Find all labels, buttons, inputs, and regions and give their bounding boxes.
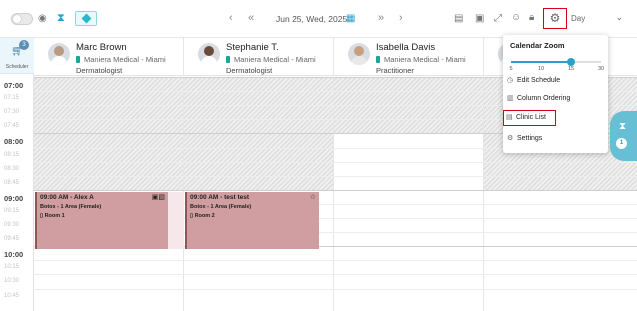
time-label: 07:15: [4, 95, 20, 102]
menu-item-edit-schedule[interactable]: ◷ Edit Schedule: [505, 74, 601, 88]
appointment-service: Botox - 1 Area (Female): [190, 204, 252, 210]
settings-button[interactable]: ⚙: [543, 8, 567, 29]
slider-tick-label: 5: [509, 66, 513, 72]
slider-tick-label: 10: [537, 66, 545, 72]
grid-line: [34, 161, 637, 163]
chat-icon[interactable]: ▤: [454, 13, 463, 25]
scheduler-tab[interactable]: 🛒︎ 3 Scheduler: [0, 38, 34, 74]
provider-role: Practitioner: [376, 66, 414, 75]
appointment-room: ▯ Room 1: [40, 213, 65, 219]
slider-tick-label: 30: [597, 66, 605, 72]
view-toggle[interactable]: [11, 13, 33, 25]
time-label: 07:00: [4, 81, 24, 90]
grid-line: [34, 260, 637, 262]
time-label: 07:45: [4, 123, 20, 130]
menu-item-column-ordering[interactable]: ▥ Column Ordering: [505, 92, 601, 106]
menu-item-clinic-list[interactable]: ▤ Clinic List: [503, 110, 556, 126]
gear-icon: ⚙: [507, 135, 514, 142]
diamond-icon: [81, 13, 92, 24]
time-label: 10:30: [4, 278, 20, 285]
time-label: 10:15: [4, 264, 20, 271]
time-label: 08:00: [4, 137, 24, 147]
top-toolbar: ◉ ⧗ ‹ « Jun 25, Wed, 2025 ▦ » › ▤ ▣ ⤢ ☺ …: [0, 0, 637, 38]
star-icon: ☆: [309, 194, 316, 201]
diamond-button[interactable]: [75, 11, 97, 26]
clock-icon: ◷: [507, 77, 514, 84]
time-label: 07:30: [4, 109, 20, 116]
time-label: 08:15: [4, 151, 20, 158]
provider-location: Maniera Medical - Miami: [376, 55, 466, 64]
list-icon: ▤: [506, 114, 513, 121]
view-select[interactable]: Day ⌄: [567, 10, 629, 28]
provider-name: Marc Brown: [76, 42, 127, 53]
provider-location: Maniera Medical - Miami: [226, 55, 316, 64]
calendar-grid-icon[interactable]: ▣: [475, 13, 484, 25]
time-label: 10:45: [4, 292, 20, 299]
provider-name: Isabella Davis: [376, 42, 436, 53]
appointment-room: ▯ Room 2: [190, 213, 215, 219]
view-select-value: Day: [571, 14, 586, 23]
time-label: 08:30: [4, 165, 20, 172]
scheduler-label: Scheduler: [5, 64, 29, 70]
appointment-gap: [168, 192, 184, 249]
provider-column[interactable]: [334, 77, 484, 311]
time-label: 08:45: [4, 179, 20, 186]
appointment-card[interactable]: 09:00 AM - test test Botox - 1 Area (Fem…: [185, 192, 319, 249]
prev-week-arrow-icon[interactable]: «: [248, 12, 254, 24]
provider-column-header[interactable]: Stephanie T. Maniera Medical - Miami Der…: [184, 38, 334, 76]
appointment-status-icon: ▣▧: [151, 194, 165, 201]
avatar: [348, 43, 370, 65]
slider-tick-label: 15: [567, 66, 575, 72]
appointment-title: 09:00 AM - Alex A: [40, 194, 94, 201]
avatar: [198, 43, 220, 65]
lock-icon[interactable]: 🔒︎: [529, 12, 534, 24]
expand-icon[interactable]: ⤢: [494, 13, 502, 25]
slider-knob[interactable]: [567, 58, 575, 66]
next-day-arrow-icon[interactable]: ›: [399, 12, 403, 24]
waitlist-count: 1: [616, 138, 627, 149]
eye-icon[interactable]: ◉: [38, 13, 47, 25]
menu-title: Calendar Zoom: [510, 41, 565, 50]
time-label: 10:00: [4, 250, 24, 260]
toggle-knob: [13, 15, 21, 23]
slider-fill: [511, 61, 571, 63]
hourglass-icon[interactable]: ⧗: [57, 12, 65, 24]
provider-column-header[interactable]: Isabella Davis Maniera Medical - Miami P…: [334, 38, 484, 76]
smiley-icon[interactable]: ☺: [511, 12, 521, 24]
next-week-arrow-icon[interactable]: »: [378, 12, 384, 24]
provider-role: Dermatologist: [76, 66, 123, 75]
cart-badge: 3: [19, 40, 29, 50]
prev-day-arrow-icon[interactable]: ‹: [229, 12, 233, 24]
hourglass-icon: ⧗: [619, 121, 627, 132]
gear-icon: ⚙: [549, 11, 561, 25]
appointment-card[interactable]: 09:00 AM - Alex A Botox - 1 Area (Female…: [35, 192, 168, 249]
columns-icon: ▥: [507, 95, 514, 102]
chevron-down-icon: ⌄: [615, 12, 623, 22]
calendar-icon[interactable]: ▦: [346, 13, 355, 25]
grid-line: [34, 175, 637, 177]
avatar: [48, 43, 70, 65]
time-label: 09:00: [4, 193, 24, 203]
grid-line: [34, 189, 637, 191]
provider-column-header[interactable]: Marc Brown Maniera Medical - Miami Derma…: [34, 38, 184, 76]
appointment-service: Botox - 1 Area (Female): [40, 204, 102, 210]
grid-line: [34, 288, 637, 290]
menu-item-settings[interactable]: ⚙ Settings: [505, 132, 601, 146]
appointment-title: 09:00 AM - test test: [190, 194, 249, 201]
time-label: 09:45: [4, 236, 20, 243]
provider-location: Maniera Medical - Miami: [76, 55, 166, 64]
zoom-slider[interactable]: 5 10 15 30: [509, 56, 604, 72]
scheduler-app: ◉ ⧗ ‹ « Jun 25, Wed, 2025 ▦ » › ▤ ▣ ⤢ ☺ …: [0, 0, 637, 311]
time-label: 09:15: [4, 207, 20, 214]
provider-role: Dermatologist: [226, 66, 273, 75]
grid-line: [34, 274, 637, 276]
time-label: 09:30: [4, 222, 20, 228]
provider-name: Stephanie T.: [226, 42, 279, 53]
current-date[interactable]: Jun 25, Wed, 2025: [276, 14, 347, 24]
waitlist-widget[interactable]: ⧗ 1: [610, 111, 637, 161]
